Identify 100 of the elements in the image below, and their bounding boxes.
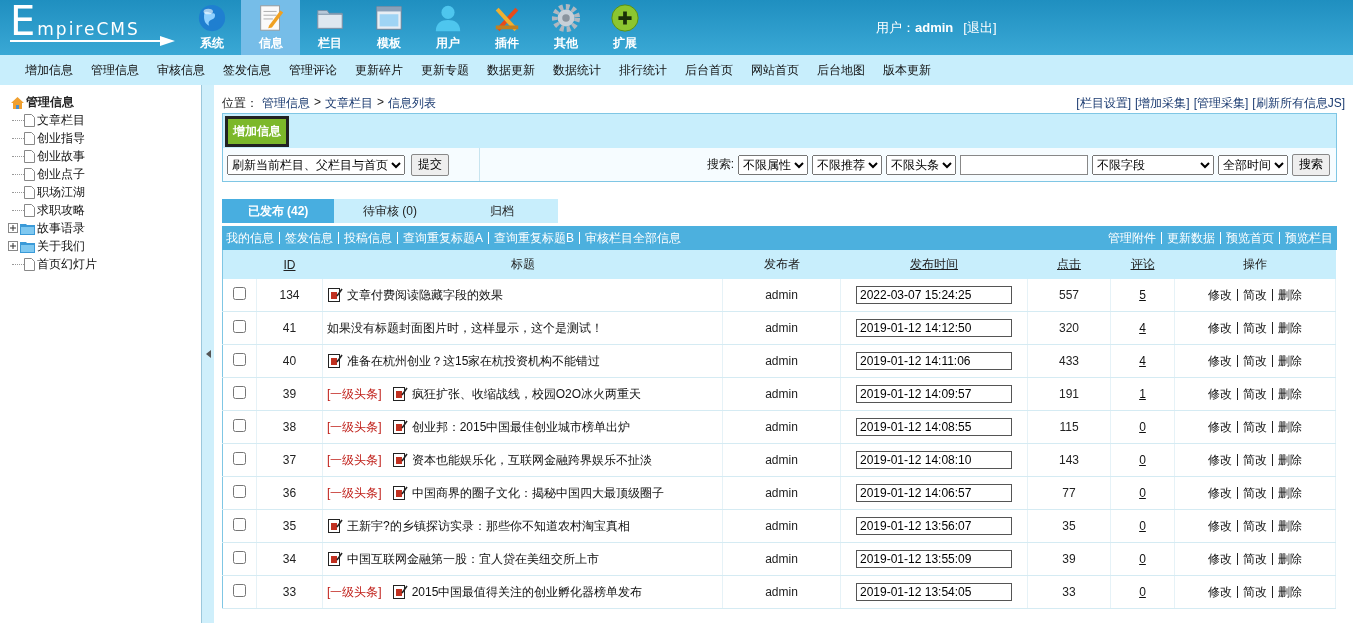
action-link[interactable]: 删除 bbox=[1278, 286, 1302, 304]
comments-link[interactable]: 0 bbox=[1139, 420, 1146, 434]
date-field[interactable]: 2022-03-07 15:24:25 bbox=[856, 286, 1012, 304]
date-field[interactable]: 2019-01-12 14:08:10 bbox=[856, 451, 1012, 469]
row-checkbox[interactable] bbox=[233, 419, 246, 432]
row-checkbox[interactable] bbox=[233, 452, 246, 465]
top-link[interactable]: [刷新所有信息JS] bbox=[1252, 94, 1345, 112]
action-link[interactable]: 删除 bbox=[1278, 550, 1302, 568]
title-link[interactable]: 如果没有标题封面图片时，这样显示，这个是测试！ bbox=[327, 319, 603, 337]
action-link[interactable]: 修改 bbox=[1208, 286, 1232, 304]
action-link[interactable]: 简改 bbox=[1243, 451, 1267, 469]
action-link[interactable]: 简改 bbox=[1243, 484, 1267, 502]
action-link[interactable]: 修改 bbox=[1208, 451, 1232, 469]
breadcrumb-link[interactable]: 信息列表 bbox=[388, 94, 437, 112]
submenu-item[interactable]: 后台地图 bbox=[817, 61, 865, 79]
title-link[interactable]: 2015中国最值得关注的创业孵化器榜单发布 bbox=[411, 583, 643, 601]
action-link[interactable]: 简改 bbox=[1243, 352, 1267, 370]
submenu-item[interactable]: 管理评论 bbox=[289, 61, 337, 79]
tree-root[interactable]: 管理信息 bbox=[26, 94, 74, 111]
date-field[interactable]: 2019-01-12 14:06:57 bbox=[856, 484, 1012, 502]
title-link[interactable]: 文章付费阅读隐藏字段的效果 bbox=[347, 286, 503, 304]
expand-icon[interactable] bbox=[8, 241, 18, 251]
row-checkbox[interactable] bbox=[233, 518, 246, 531]
action-link[interactable]: 修改 bbox=[1208, 385, 1232, 403]
field-select[interactable]: 不限字段 bbox=[1092, 154, 1214, 175]
breadcrumb-link[interactable]: 文章栏目 bbox=[325, 94, 373, 112]
date-field[interactable]: 2019-01-12 14:09:57 bbox=[856, 385, 1012, 403]
filter-select[interactable]: 不限属性 bbox=[738, 154, 808, 175]
submenu-item[interactable]: 审核信息 bbox=[157, 61, 205, 79]
action-link[interactable]: 修改 bbox=[1208, 484, 1232, 502]
action-link[interactable]: 简改 bbox=[1243, 385, 1267, 403]
column-header[interactable]: 点击 bbox=[1057, 257, 1081, 271]
action-link[interactable]: 删除 bbox=[1278, 319, 1302, 337]
date-field[interactable]: 2019-01-12 13:54:05 bbox=[856, 583, 1012, 601]
row-checkbox[interactable] bbox=[233, 485, 246, 498]
action-link[interactable]: 删除 bbox=[1278, 484, 1302, 502]
comments-link[interactable]: 0 bbox=[1139, 552, 1146, 566]
action-link[interactable]: 删除 bbox=[1278, 583, 1302, 601]
filter-select[interactable]: 不限推荐 bbox=[812, 154, 882, 175]
submenu-item[interactable]: 版本更新 bbox=[883, 61, 931, 79]
action-link[interactable]: 简改 bbox=[1243, 550, 1267, 568]
tree-item[interactable]: 职场江湖 bbox=[37, 183, 85, 201]
action-link[interactable]: 简改 bbox=[1243, 319, 1267, 337]
filter-select[interactable]: 不限头条 bbox=[886, 154, 956, 175]
tree-item[interactable]: 故事语录 bbox=[37, 219, 85, 237]
submenu-item[interactable]: 增加信息 bbox=[25, 61, 73, 79]
date-field[interactable]: 2019-01-12 14:12:50 bbox=[856, 319, 1012, 337]
action-link[interactable]: 简改 bbox=[1243, 286, 1267, 304]
top-link[interactable]: [增加采集] bbox=[1135, 94, 1190, 112]
submenu-item[interactable]: 数据统计 bbox=[553, 61, 601, 79]
comments-link[interactable]: 4 bbox=[1139, 321, 1146, 335]
top-link[interactable]: [栏目设置] bbox=[1076, 94, 1131, 112]
action-link[interactable]: 简改 bbox=[1243, 583, 1267, 601]
action-link[interactable]: 修改 bbox=[1208, 418, 1232, 436]
action-link[interactable]: 删除 bbox=[1278, 418, 1302, 436]
action-link[interactable]: 修改 bbox=[1208, 550, 1232, 568]
action-link[interactable]: 删除 bbox=[1278, 517, 1302, 535]
tab[interactable]: 待审核 (0) bbox=[334, 199, 446, 223]
comments-link[interactable]: 0 bbox=[1139, 453, 1146, 467]
title-link[interactable]: 疯狂扩张、收缩战线，校园O2O冰火两重天 bbox=[411, 385, 641, 403]
column-header[interactable]: ID bbox=[283, 257, 296, 272]
action-link[interactable]: 修改 bbox=[1208, 352, 1232, 370]
tree-item[interactable]: 创业指导 bbox=[37, 129, 85, 147]
title-link[interactable]: 资本也能娱乐化，互联网金融跨界娱乐不扯淡 bbox=[411, 451, 652, 469]
action-link[interactable]: 修改 bbox=[1208, 319, 1232, 337]
time-select[interactable]: 全部时间 bbox=[1218, 154, 1288, 175]
comments-link[interactable]: 5 bbox=[1139, 288, 1146, 302]
refresh-select[interactable]: 刷新当前栏目、父栏目与首页 bbox=[227, 154, 405, 175]
tree-item[interactable]: 创业点子 bbox=[37, 165, 85, 183]
comments-link[interactable]: 0 bbox=[1139, 585, 1146, 599]
action-link[interactable]: 删除 bbox=[1278, 352, 1302, 370]
comments-link[interactable]: 0 bbox=[1139, 486, 1146, 500]
collapse-arrow-icon[interactable] bbox=[205, 350, 211, 358]
tab[interactable]: 归档 bbox=[446, 199, 558, 223]
title-link[interactable]: 准备在杭州创业？这15家在杭投资机构不能错过 bbox=[347, 352, 601, 370]
submenu-item[interactable]: 管理信息 bbox=[91, 61, 139, 79]
title-link[interactable]: 王新宇?的乡镇探访实录：那些你不知道农村淘宝真相 bbox=[347, 517, 630, 535]
row-checkbox[interactable] bbox=[233, 386, 246, 399]
comments-link[interactable]: 4 bbox=[1139, 354, 1146, 368]
action-link[interactable]: 修改 bbox=[1208, 517, 1232, 535]
submenu-item[interactable]: 更新碎片 bbox=[355, 61, 403, 79]
action-link[interactable]: 简改 bbox=[1243, 517, 1267, 535]
row-checkbox[interactable] bbox=[233, 353, 246, 366]
date-field[interactable]: 2019-01-12 13:56:07 bbox=[856, 517, 1012, 535]
submenu-item[interactable]: 签发信息 bbox=[223, 61, 271, 79]
row-checkbox[interactable] bbox=[233, 320, 246, 333]
action-link[interactable]: 删除 bbox=[1278, 385, 1302, 403]
breadcrumb-link[interactable]: 管理信息 bbox=[262, 94, 310, 112]
date-field[interactable]: 2019-01-12 14:11:06 bbox=[856, 352, 1012, 370]
submenu-item[interactable]: 数据更新 bbox=[487, 61, 535, 79]
column-header[interactable]: 评论 bbox=[1130, 257, 1155, 271]
title-link[interactable]: 创业邦：2015中国最佳创业城市榜单出炉 bbox=[411, 418, 631, 436]
expand-icon[interactable] bbox=[8, 223, 18, 233]
submenu-item[interactable]: 后台首页 bbox=[685, 61, 733, 79]
comments-link[interactable]: 0 bbox=[1139, 519, 1146, 533]
action-link[interactable]: 删除 bbox=[1278, 451, 1302, 469]
row-checkbox[interactable] bbox=[233, 287, 246, 300]
search-field[interactable] bbox=[960, 154, 1088, 175]
title-link[interactable]: 中国互联网金融第一股：宜人贷在美纽交所上市 bbox=[347, 550, 599, 568]
submit-button[interactable]: 提交 bbox=[411, 153, 449, 176]
